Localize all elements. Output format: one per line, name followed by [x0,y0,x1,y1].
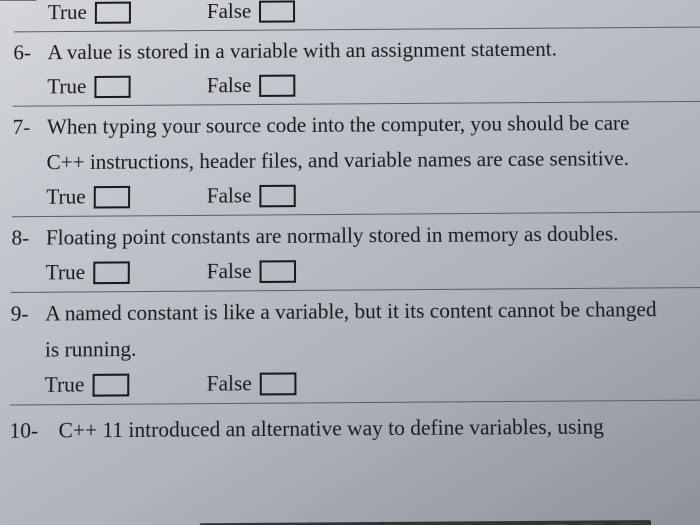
divider [11,287,700,293]
q9-false-checkbox[interactable] [260,372,297,395]
q7-true-checkbox[interactable] [94,185,130,208]
q5-false-checkbox[interactable] [259,0,295,22]
divider [13,101,700,107]
true-label: True [47,74,86,99]
q6-number: 6- [13,38,47,67]
spacer [135,384,206,385]
spacer [136,272,207,273]
q7-options: True False [12,180,700,210]
q7-false-checkbox[interactable] [260,184,296,207]
q6-options: True False [13,70,700,100]
q9-line1: A named constant is like a variable, but… [45,297,657,326]
q9: 9-A named constant is like a variable, b… [11,294,700,328]
q7: 7-When typing your source code into the … [13,108,700,142]
q6: 6-A value is stored in a variable with a… [13,33,700,66]
true-label: True [46,260,86,286]
q8-false-checkbox[interactable] [260,260,297,283]
q8-options: True False [11,256,700,287]
false-label: False [207,371,252,397]
q7-line2: C++ instructions, header files, and vari… [12,143,700,177]
divider [10,399,700,405]
q8: 8-Floating point constants are normally … [11,218,700,252]
true-label: True [45,372,85,398]
true-label: True [46,184,85,210]
divider [12,211,700,217]
false-label: False [207,0,251,24]
q9-number: 9- [11,299,46,328]
quiz-page: True False 6-A value is stored in a vari… [0,0,700,525]
q7-line1: When typing your source code into the co… [47,111,630,139]
q9-options: True False [10,367,700,398]
q5-true-checkbox[interactable] [95,1,131,23]
q6-false-checkbox[interactable] [259,74,295,96]
q8-text: Floating point constants are normally st… [46,221,619,250]
q10-text: C++ 11 introduced an alternative way to … [58,414,604,443]
q5-options: True False [14,0,700,25]
false-label: False [207,73,252,98]
q6-true-checkbox[interactable] [94,76,130,98]
status-bar: Notes Comments [199,520,651,525]
q7-number: 7- [13,113,47,142]
true-label: True [48,0,87,25]
q9-true-checkbox[interactable] [92,373,129,396]
q8-number: 8- [11,223,46,252]
false-label: False [207,183,252,209]
false-label: False [207,259,252,285]
q8-true-checkbox[interactable] [93,261,130,284]
q10: 10-C++ 11 introduced an alternative way … [9,411,700,446]
q10-number: 10- [9,416,58,446]
q6-text: A value is stored in a variable with an … [47,37,557,65]
q9-line2: is running. [10,330,700,364]
divider [14,26,700,32]
